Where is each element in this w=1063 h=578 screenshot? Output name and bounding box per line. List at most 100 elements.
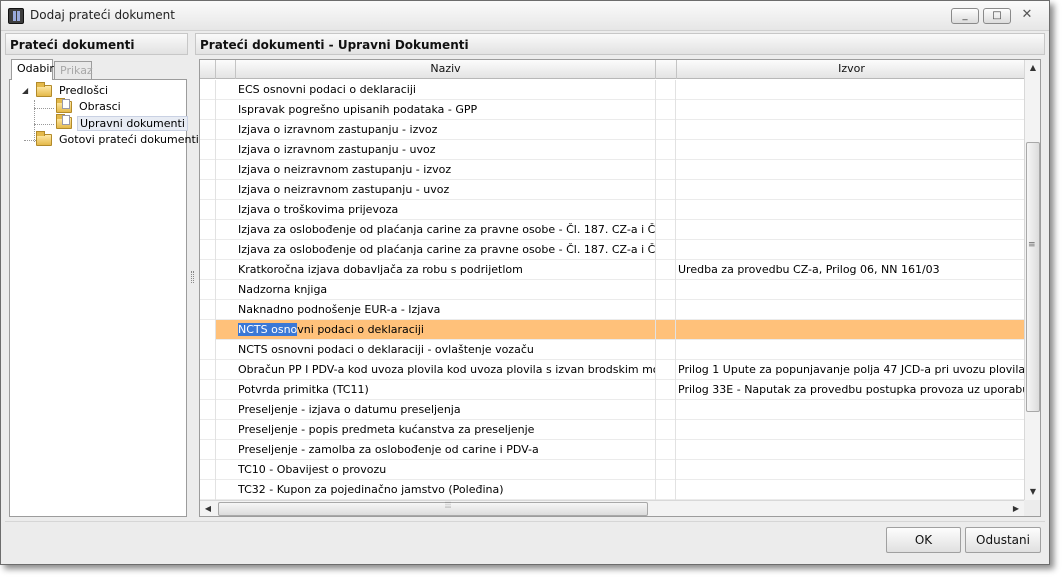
table-row[interactable]: NCTS osnovni podaci o deklaraciji [200,320,1026,340]
tab-prikaz[interactable]: Prikaz [54,61,93,79]
row-indicator[interactable] [200,400,216,420]
documents-grid: Naziv Izvor ECS osnovni podaci o deklara… [199,59,1041,517]
table-row[interactable]: NCTS osnovni podaci o deklaraciji - ovla… [200,340,1026,360]
tree-node-label: Obrasci [79,100,121,113]
cell-izvor[interactable]: Prilog 33E - Naputak za provedbu postupk… [678,383,1024,396]
table-row[interactable]: Ispravak pogrešno upisanih podataka - GP… [200,100,1026,120]
table-row[interactable]: Izjava o troškovima prijevoza [200,200,1026,220]
table-row[interactable]: Kratkoročna izjava dobavljača za robu s … [200,260,1026,280]
title-bar[interactable]: Dodaj prateći dokument _ □ ✕ [1,1,1049,31]
collapse-icon[interactable]: ◢ [22,86,28,95]
column-header-naziv[interactable]: Naziv [236,60,656,79]
document-folder-icon [56,114,72,129]
table-row[interactable]: Nadzorna knjiga [200,280,1026,300]
cell-gap [655,200,676,220]
horizontal-scrollbar[interactable]: ◀ ⦙⦙⦙ ▶ [200,500,1024,516]
cell-izvor[interactable]: Prilog 1 Upute za popunjavanje polja 47 … [678,363,1024,376]
table-row[interactable]: Izjava za oslobođenje od plaćanja carine… [200,240,1026,260]
minimize-button[interactable]: _ [951,8,979,24]
vertical-scrollbar[interactable]: ▲ ≡ ▼ [1024,60,1040,500]
cell-naziv[interactable]: Ispravak pogrešno upisanih podataka - GP… [238,103,656,116]
cell-naziv[interactable]: Preseljenje - izjava o datumu preseljenj… [238,403,656,416]
cell-naziv[interactable]: Nadzorna knjiga [238,283,656,296]
table-row[interactable]: Preseljenje - izjava o datumu preseljenj… [200,400,1026,420]
row-indicator[interactable] [200,340,216,360]
row-indicator[interactable] [200,80,216,100]
row-indicator[interactable] [200,360,216,380]
cell-naziv[interactable]: TC32 - Kupon za pojedinačno jamstvo (Pol… [238,483,656,496]
tab-odabir[interactable]: Odabir [11,59,54,80]
row-indicator[interactable] [200,280,216,300]
cell-naziv[interactable]: Preseljenje - popis predmeta kućanstva z… [238,423,656,436]
row-indicator[interactable] [200,200,216,220]
cell-gap [655,140,676,160]
table-row[interactable]: TC32 - Kupon za pojedinačno jamstvo (Pol… [200,480,1026,500]
row-indicator[interactable] [200,300,216,320]
row-indicator[interactable] [200,460,216,480]
table-row[interactable]: Izjava za oslobođenje od plaćanja carine… [200,220,1026,240]
maximize-button[interactable]: □ [983,8,1011,24]
cell-naziv[interactable]: NCTS osnovni podaci o deklaraciji - ovla… [238,343,656,356]
table-row[interactable]: Izjava o neizravnom zastupanju - uvoz [200,180,1026,200]
table-row[interactable]: Naknadno podnošenje EUR-a - Izjava [200,300,1026,320]
table-row[interactable]: Potvrda primitka (TC11) Prilog 33E - Napu… [200,380,1026,400]
scroll-left-icon[interactable]: ◀ [200,501,216,516]
tree-node-label: Predlošci [59,84,109,97]
row-indicator[interactable] [200,480,216,500]
cell-naziv[interactable]: Izjava o izravnom zastupanju - uvoz [238,143,656,156]
row-indicator[interactable] [200,240,216,260]
vertical-scroll-thumb[interactable] [1026,142,1040,412]
cell-naziv[interactable]: Kratkoročna izjava dobavljača za robu s … [238,263,656,276]
row-indicator[interactable] [200,260,216,280]
left-panel-header: Prateći dokumenti [5,33,188,55]
table-row[interactable]: Izjava o neizravnom zastupanju - izvoz [200,160,1026,180]
text-highlight: NCTS osno [238,323,298,336]
ok-button[interactable]: OK [886,527,961,553]
table-row[interactable]: TC10 - Obavijest o provozu [200,460,1026,480]
row-indicator[interactable] [200,120,216,140]
row-indicator[interactable] [200,420,216,440]
scroll-up-icon[interactable]: ▲ [1025,60,1040,76]
table-row[interactable]: Izjava o izravnom zastupanju - izvoz [200,120,1026,140]
cell-naziv[interactable]: Izjava za oslobođenje od plaćanja carine… [238,223,656,236]
cell-naziv[interactable]: Izjava za oslobođenje od plaćanja carine… [238,243,656,256]
column-header-izvor[interactable]: Izvor [677,60,1026,79]
table-row[interactable]: Preseljenje - zamolba za oslobođenje od … [200,440,1026,460]
table-row[interactable]: Izjava o izravnom zastupanju - uvoz [200,140,1026,160]
row-indicator[interactable] [200,380,216,400]
cell-gap [655,120,676,140]
cell-naziv[interactable]: TC10 - Obavijest o provozu [238,463,656,476]
cell-naziv[interactable]: ECS osnovni podaci o deklaraciji [238,83,656,96]
table-row[interactable]: Obračun PP I PDV-a kod uvoza plovila kod… [200,360,1026,380]
scroll-down-icon[interactable]: ▼ [1025,484,1040,500]
cell-naziv[interactable]: Izjava o izravnom zastupanju - izvoz [238,123,656,136]
row-indicator[interactable] [200,220,216,240]
cell-naziv[interactable]: NCTS osnovni podaci o deklaraciji [238,323,656,336]
cell-izvor[interactable]: Uredba za provedbu CZ-a, Prilog 06, NN 1… [678,263,1024,276]
cell-naziv[interactable]: Izjava o neizravnom zastupanju - uvoz [238,183,656,196]
tree-connector [34,124,54,125]
row-indicator[interactable] [200,140,216,160]
cell-naziv[interactable]: Izjava o neizravnom zastupanju - izvoz [238,163,656,176]
tree-node-label: Upravni dokumenti [77,116,188,131]
cell-naziv[interactable]: Preseljenje - zamolba za oslobođenje od … [238,443,656,456]
table-row[interactable]: Preseljenje - popis predmeta kućanstva z… [200,420,1026,440]
panel-splitter[interactable] [191,271,194,283]
cell-naziv[interactable]: Obračun PP I PDV-a kod uvoza plovila kod… [238,363,656,376]
row-indicator[interactable] [200,440,216,460]
cancel-button[interactable]: Odustani [965,527,1041,553]
scroll-right-icon[interactable]: ▶ [1008,501,1024,516]
row-indicator[interactable] [200,100,216,120]
row-indicator[interactable] [200,180,216,200]
row-indicator[interactable] [200,160,216,180]
close-button[interactable]: ✕ [1019,8,1035,24]
cell-gap [655,160,676,180]
row-indicator[interactable] [200,320,216,340]
table-row[interactable]: ECS osnovni podaci o deklaraciji [200,80,1026,100]
cell-naziv[interactable]: Naknadno podnošenje EUR-a - Izjava [238,303,656,316]
dialog-window: Dodaj prateći dokument _ □ ✕ Prateći dok… [0,0,1050,565]
cell-naziv[interactable]: Potvrda primitka (TC11) [238,383,656,396]
horizontal-scroll-thumb[interactable]: ⦙⦙⦙ [218,501,648,516]
scroll-corner [1024,500,1040,516]
cell-naziv[interactable]: Izjava o troškovima prijevoza [238,203,656,216]
